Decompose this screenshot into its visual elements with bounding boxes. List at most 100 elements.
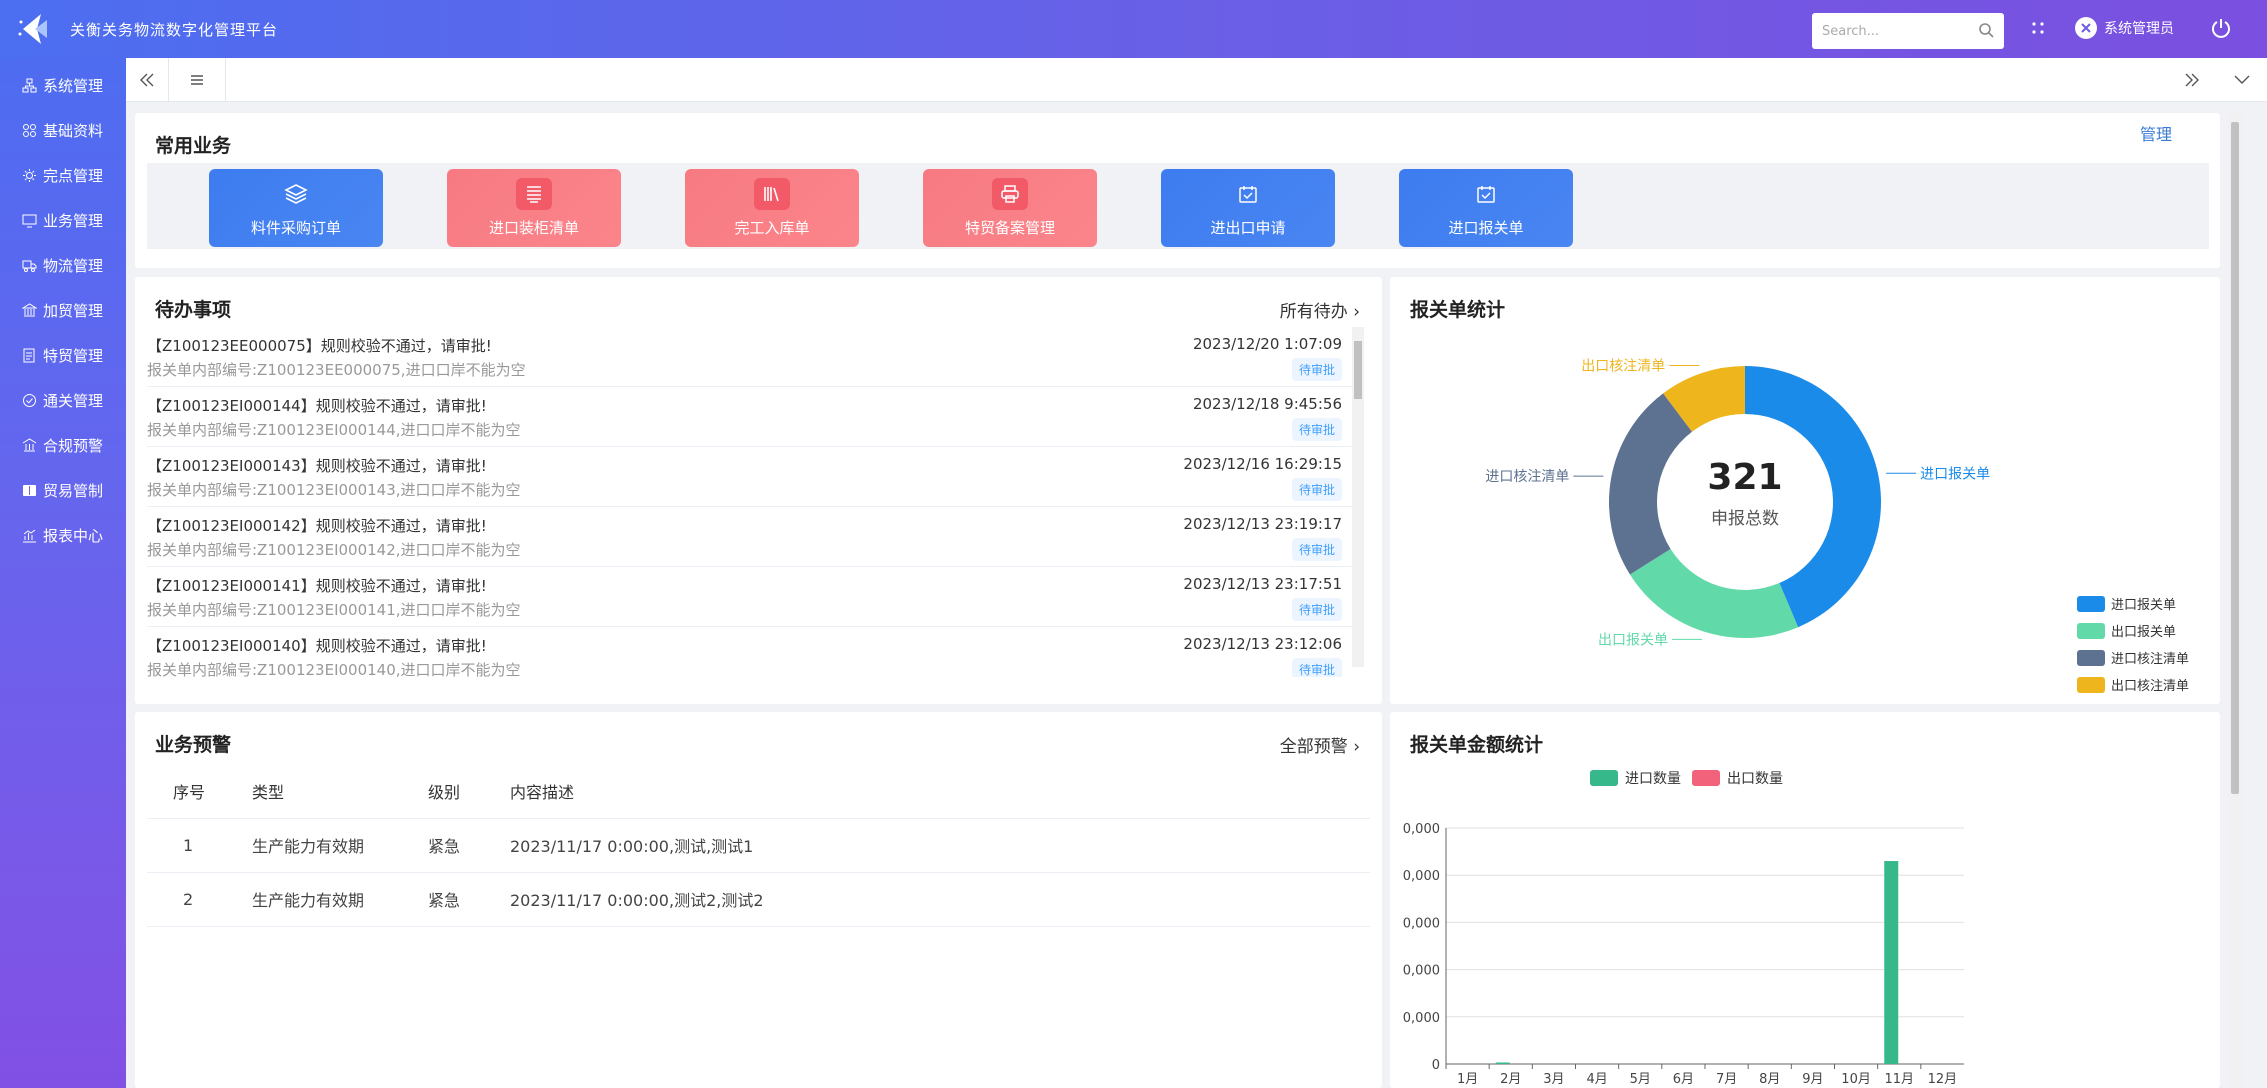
sidebar-item-label: 贸易管制 — [43, 482, 104, 500]
todo-time: 2023/12/13 23:17:51 — [1183, 575, 1342, 593]
chevron-down-icon — [2234, 75, 2250, 84]
table-cell: 生产能力有效期 — [252, 872, 428, 927]
manage-link[interactable]: 管理 — [2140, 121, 2172, 145]
sidebar-item-system[interactable]: 系统管理 — [0, 63, 126, 108]
link-label: 全部预警 — [1279, 737, 1348, 757]
declaration-amount-card: 报关单金额统计 0 0,000 0,000 0,000 0,000 0,000 1月 2月 3月… — [1390, 712, 2220, 1088]
power-icon[interactable] — [2210, 17, 2232, 39]
quick-button-import-export-apply[interactable]: 进出口申请 — [1161, 169, 1335, 247]
tabs-dropdown-button[interactable] — [2217, 58, 2267, 102]
list-icon — [516, 178, 552, 210]
y-tick-label: 0,000 — [1403, 869, 1440, 884]
apps-icon[interactable] — [2030, 20, 2046, 36]
menu-toggle-button[interactable] — [168, 57, 226, 102]
app-title: 关衡关务物流数字化管理平台 — [70, 20, 279, 39]
hamburger-icon — [191, 74, 203, 85]
todo-title: 【Z100123EI000142】规则校验不通过，请审批! — [147, 517, 487, 535]
todo-time: 2023/12/20 1:07:09 — [1192, 335, 1342, 353]
calendar-check-icon — [1230, 178, 1266, 210]
link-label: 所有待办 — [1279, 302, 1348, 322]
quick-button-label: 进口报关单 — [1448, 219, 1524, 237]
y-tick-label: 0,000 — [1403, 916, 1440, 931]
quick-button-label: 进口装柜清单 — [488, 219, 579, 237]
gear-icon — [23, 169, 36, 182]
list-item[interactable]: 【Z100123EI000144】规则校验不通过，请审批! 报关单内部编号:Z10… — [147, 387, 1352, 447]
sidebar-item-basic[interactable]: 基础资料 — [0, 108, 126, 153]
table-row[interactable]: 2 生产能力有效期 紧急 2023/11/17 0:00:00,测试2,测试2 — [147, 872, 1370, 927]
x-tick-label: 11月 — [1884, 1072, 1914, 1087]
table-header-row: 序号 类型 级别 内容描述 — [147, 764, 1370, 819]
table-cell: 生产能力有效期 — [252, 818, 428, 873]
table-cell: 2023/11/17 0:00:00,测试,测试1 — [510, 818, 1370, 873]
table-cell: 紧急 — [428, 872, 510, 927]
slice-label: 出口报关单 — [1598, 632, 1668, 648]
legend-swatch — [2077, 623, 2105, 639]
x-tick-label: 3月 — [1543, 1072, 1564, 1087]
quick-button-completion-receipt[interactable]: 完工入库单 — [685, 169, 859, 247]
bank-icon — [22, 303, 37, 317]
x-tick-label: 4月 — [1586, 1072, 1607, 1087]
sidebar-item-points[interactable]: 完点管理 — [0, 153, 126, 198]
sidebar-item-processing[interactable]: 加贸管理 — [0, 288, 126, 333]
search-box[interactable] — [1812, 13, 2004, 49]
sidebar-item-compliance[interactable]: 合规预警 — [0, 423, 126, 468]
all-warnings-link[interactable]: 全部预警 › — [1280, 732, 1360, 757]
sidebar-item-reports[interactable]: 报表中心 — [0, 513, 126, 558]
list-item[interactable]: 【Z100123EI000140】规则校验不通过，请审批! 报关单内部编号:Z10… — [147, 627, 1352, 677]
todo-title: 【Z100123EI000141】规则校验不通过，请审批! — [147, 577, 487, 595]
donut-total-label: 申报总数 — [1711, 509, 1779, 529]
all-todos-link[interactable]: 所有待办 › — [1280, 297, 1360, 322]
quick-button-purchase-order[interactable]: 料件采购订单 — [209, 169, 383, 247]
scrollbar-thumb[interactable] — [1354, 341, 1362, 399]
donut-total: 321 — [1707, 457, 1782, 498]
status-badge: 待审批 — [1291, 598, 1342, 621]
building-icon — [22, 438, 37, 452]
sidebar-item-special[interactable]: 特贸管理 — [0, 333, 126, 378]
sidebar-item-label: 完点管理 — [43, 167, 104, 185]
grid-icon — [23, 124, 36, 137]
double-chevron-right-icon — [2185, 73, 2199, 87]
truck-icon — [22, 260, 37, 272]
todo-scrollbar[interactable] — [1352, 327, 1364, 667]
quick-button-import-declaration[interactable]: 进口报关单 — [1399, 169, 1573, 247]
quick-button-import-packing[interactable]: 进口装柜清单 — [447, 169, 621, 247]
todo-subtitle: 报关单内部编号:Z100123EI000143,进口口岸不能为空 — [147, 481, 521, 499]
sitemap-icon — [22, 78, 37, 93]
page-scrollbar[interactable] — [2228, 110, 2242, 1088]
todo-subtitle: 报关单内部编号:Z100123EI000140,进口口岸不能为空 — [147, 661, 521, 677]
x-tick-label: 10月 — [1841, 1072, 1871, 1087]
todo-subtitle: 报关单内部编号:Z100123EI000142,进口口岸不能为空 — [147, 541, 521, 559]
list-item[interactable]: 【Z100123EI000143】规则校验不通过，请审批! 报关单内部编号:Z10… — [147, 447, 1352, 507]
warning-table: 序号 类型 级别 内容描述 1 生产能力有效期 紧急 2023/11/17 0:… — [147, 764, 1370, 927]
list-item[interactable]: 【Z100123EI000142】规则校验不通过，请审批! 报关单内部编号:Z10… — [147, 507, 1352, 567]
list-item[interactable]: 【Z100123EI000141】规则校验不通过，请审批! 报关单内部编号:Z10… — [147, 567, 1352, 627]
scroll-tabs-right-button[interactable] — [2167, 58, 2217, 102]
chevron-right-icon: › — [1353, 302, 1360, 322]
donut-slice — [1629, 548, 1799, 638]
quick-button-label: 完工入库单 — [734, 219, 810, 237]
book-icon — [23, 485, 36, 496]
list-item[interactable]: 【Z100123EE000075】规则校验不通过，请审批! 报关单内部编号:Z10… — [147, 327, 1352, 387]
user-menu[interactable]: 系统管理员 — [2075, 17, 2174, 39]
sidebar-item-logistics[interactable]: 物流管理 — [0, 243, 126, 288]
donut-chart: 321 申报总数 进口报关单出口报关单进口核注清单出口核注清单进口报关单出口报关… — [1485, 358, 2189, 694]
search-icon[interactable] — [1978, 22, 1994, 38]
y-tick-label: 0,000 — [1403, 822, 1440, 837]
quick-button-special-trade[interactable]: 特贸备案管理 — [923, 169, 1097, 247]
tab-bar — [126, 57, 2267, 102]
chart-icon — [23, 529, 36, 543]
todo-time: 2023/12/13 23:19:17 — [1183, 515, 1342, 533]
double-chevron-left-icon — [140, 73, 154, 86]
sidebar-item-business[interactable]: 业务管理 — [0, 198, 126, 243]
sidebar-item-customs[interactable]: 通关管理 — [0, 378, 126, 423]
todo-list: 【Z100123EE000075】规则校验不通过，请审批! 报关单内部编号:Z10… — [147, 327, 1352, 677]
search-input[interactable] — [1822, 23, 1972, 39]
table-row[interactable]: 1 生产能力有效期 紧急 2023/11/17 0:00:00,测试,测试1 — [147, 818, 1370, 873]
column-header: 序号 — [147, 764, 252, 819]
collapse-sidebar-button[interactable] — [126, 58, 168, 102]
monitor-icon — [22, 214, 37, 228]
sidebar-item-trade[interactable]: 贸易管制 — [0, 468, 126, 513]
sidebar-item-label: 通关管理 — [43, 392, 104, 410]
legend-label: 出口报关单 — [2111, 625, 2176, 640]
scrollbar-thumb[interactable] — [2231, 122, 2239, 794]
